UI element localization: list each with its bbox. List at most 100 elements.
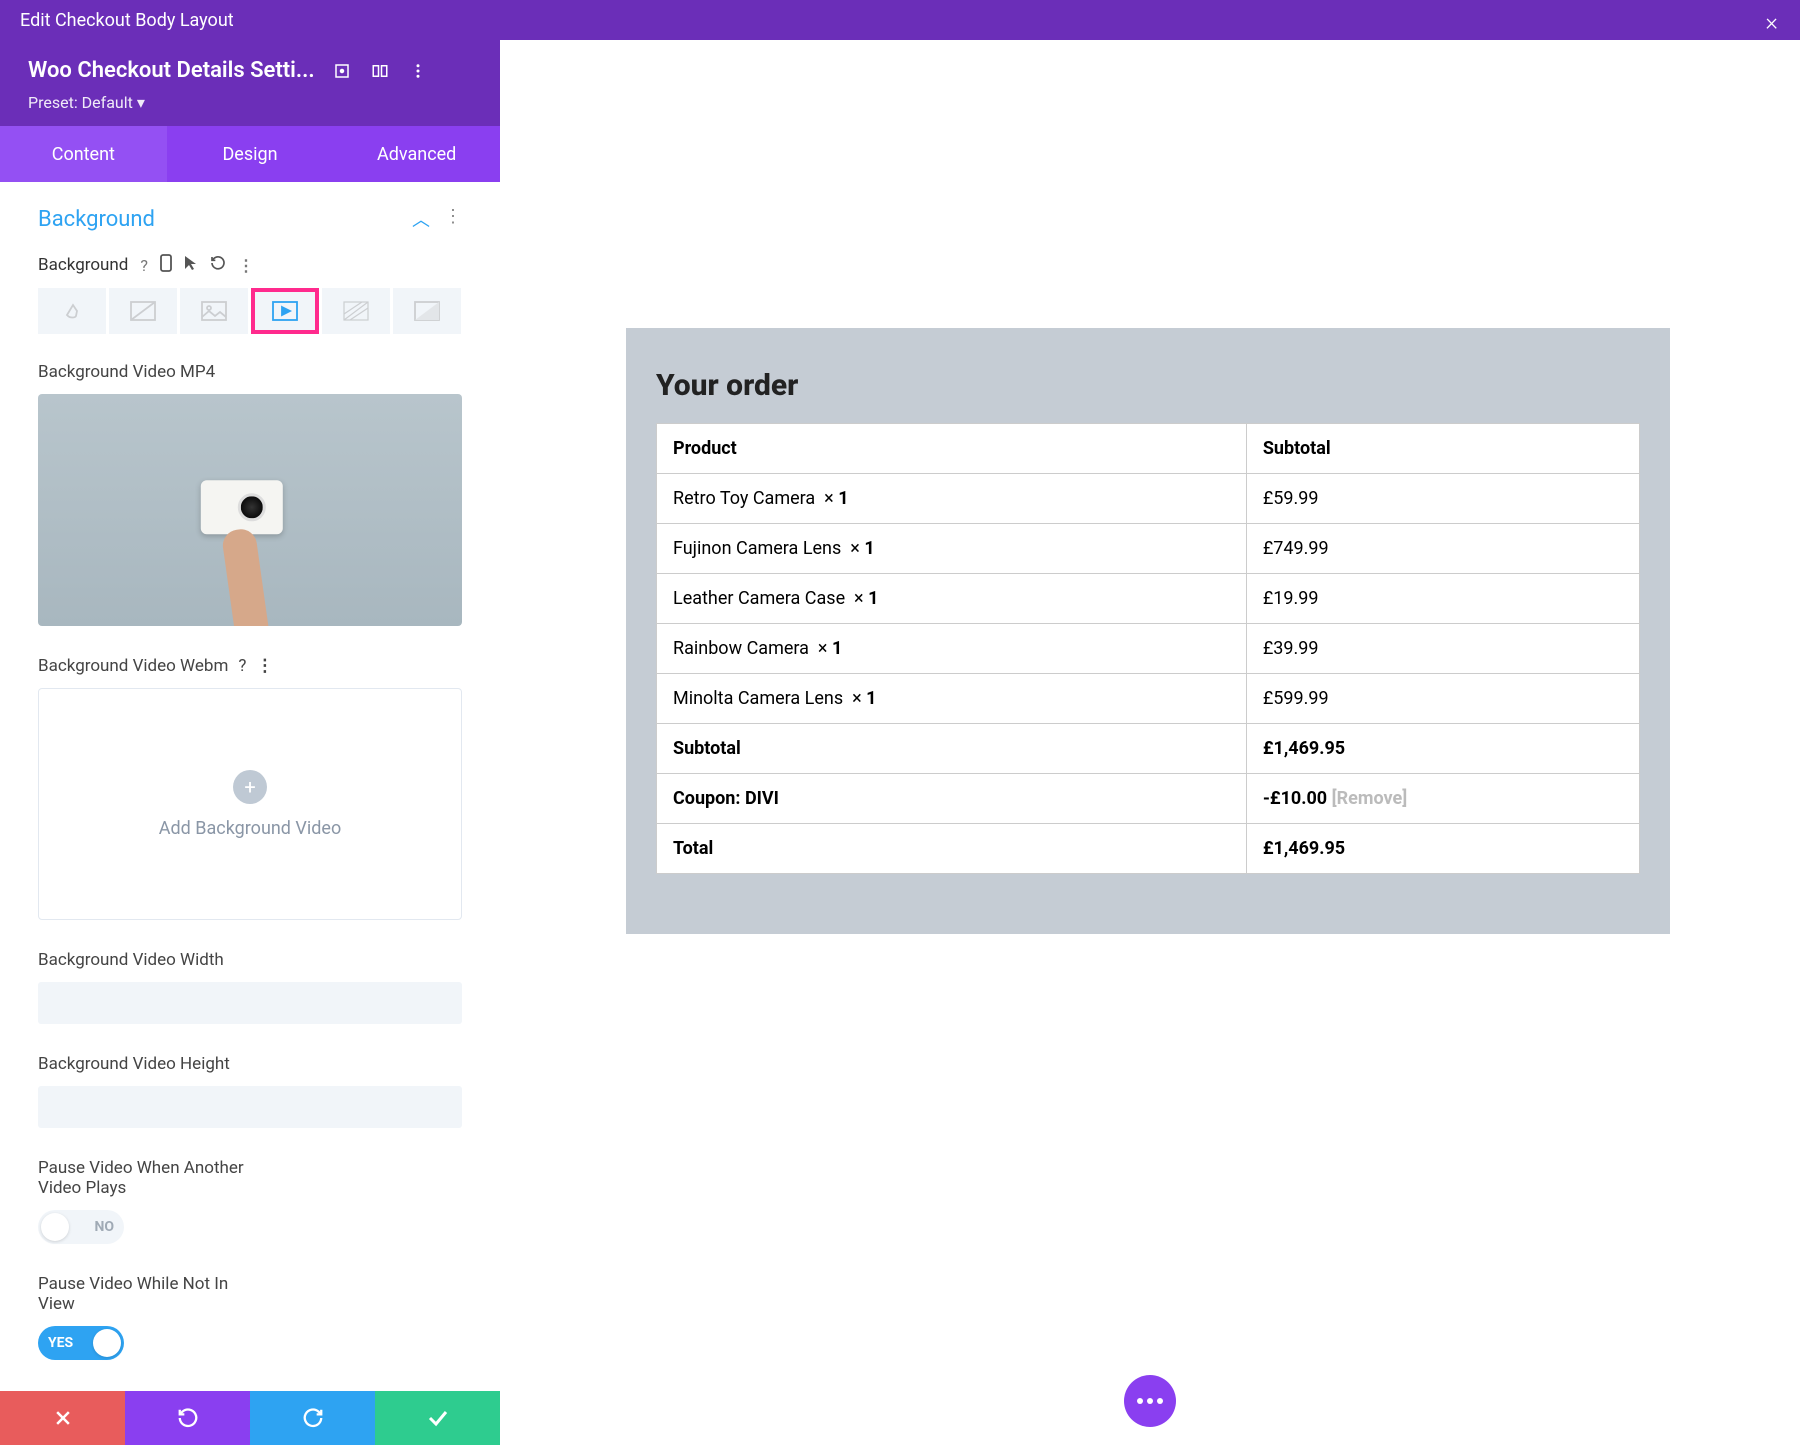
more-vertical-icon[interactable]: ⋮	[256, 656, 273, 676]
product-name: Retro Toy Camera	[673, 488, 815, 509]
field-bg-video-webm: Background Video Webm ? ⋮ + Add Backgrou…	[38, 656, 462, 920]
total-value: £1,469.95	[1246, 824, 1639, 874]
product-qty: 1	[866, 688, 876, 709]
chevron-down-icon: ▾	[137, 93, 145, 112]
toggle-pause-other[interactable]: NO	[38, 1210, 124, 1244]
fab-more-button[interactable]	[1124, 1375, 1176, 1427]
upload-video-webm[interactable]: + Add Background Video	[38, 688, 462, 920]
module-title: Woo Checkout Details Setti...	[28, 58, 315, 83]
preview-area: Your order Product Subtotal Retro Toy Ca…	[500, 40, 1800, 1445]
price-cell: £749.99	[1246, 524, 1639, 574]
order-title: Your order	[656, 368, 1640, 403]
dot-icon	[1147, 1398, 1153, 1404]
product-qty: 1	[868, 588, 878, 609]
product-name: Fujinon Camera Lens	[673, 538, 841, 559]
sidebar-header: Woo Checkout Details Setti... Preset: De…	[0, 40, 500, 126]
table-row: Retro Toy Camera × 1£59.99	[657, 474, 1640, 524]
total-label: Total	[657, 824, 1247, 874]
field-pause-not-in-view: Pause Video While Not In View YES	[38, 1274, 462, 1360]
coupon-value: -£10.00 [Remove]	[1246, 774, 1639, 824]
th-product: Product	[657, 424, 1247, 474]
topbar-title: Edit Checkout Body Layout	[20, 10, 234, 31]
phone-icon[interactable]	[160, 254, 172, 276]
table-row: Minolta Camera Lens × 1£599.99	[657, 674, 1640, 724]
chevron-up-icon[interactable]: ︿	[412, 206, 430, 232]
redo-button[interactable]	[250, 1391, 375, 1445]
camera-graphic	[201, 480, 283, 534]
upload-text: Add Background Video	[159, 818, 341, 839]
coupon-label: Coupon: DIVI	[657, 774, 1247, 824]
bg-tab-mask[interactable]	[393, 288, 461, 334]
bg-tab-video[interactable]	[251, 288, 319, 334]
product-name: Minolta Camera Lens	[673, 688, 843, 709]
background-label: Background	[38, 255, 128, 275]
preset-selector[interactable]: Preset: Default ▾	[28, 93, 472, 112]
field-bg-video-height: Background Video Height	[38, 1054, 462, 1128]
undo-button[interactable]	[125, 1391, 250, 1445]
product-qty: 1	[864, 538, 874, 559]
bg-tab-gradient[interactable]	[109, 288, 177, 334]
price-cell: £39.99	[1246, 624, 1639, 674]
table-row: Rainbow Camera × 1£39.99	[657, 624, 1640, 674]
module-title-row: Woo Checkout Details Setti...	[28, 58, 472, 83]
subtotal-label: Subtotal	[657, 724, 1247, 774]
field-label: Background Video MP4	[38, 362, 462, 382]
background-label-row: Background ? ⋮	[38, 254, 462, 276]
price-cell: £19.99	[1246, 574, 1639, 624]
product-cell: Fujinon Camera Lens × 1	[657, 524, 1247, 574]
settings-sidebar: Woo Checkout Details Setti... Preset: De…	[0, 40, 500, 1445]
top-bar: Edit Checkout Body Layout ×	[0, 0, 1800, 40]
table-header-row: Product Subtotal	[657, 424, 1640, 474]
remove-coupon-link[interactable]: [Remove]	[1332, 788, 1408, 809]
table-row: Leather Camera Case × 1£19.99	[657, 574, 1640, 624]
bg-tab-color[interactable]	[38, 288, 106, 334]
coupon-row: Coupon: DIVI -£10.00 [Remove]	[657, 774, 1640, 824]
tab-advanced[interactable]: Advanced	[333, 126, 500, 182]
product-cell: Minolta Camera Lens × 1	[657, 674, 1247, 724]
bg-tab-image[interactable]	[180, 288, 248, 334]
dot-icon	[1137, 1398, 1143, 1404]
cursor-icon[interactable]	[184, 255, 198, 275]
more-vertical-icon[interactable]: ⋮	[444, 206, 462, 232]
tab-content[interactable]: Content	[0, 126, 167, 182]
settings-tabs: Content Design Advanced	[0, 126, 500, 182]
more-vertical-icon[interactable]	[407, 60, 429, 82]
plus-icon: +	[233, 770, 267, 804]
order-card: Your order Product Subtotal Retro Toy Ca…	[626, 328, 1670, 934]
product-cell: Leather Camera Case × 1	[657, 574, 1247, 624]
section-header[interactable]: Background ︿ ⋮	[38, 206, 462, 232]
input-bg-video-width[interactable]	[38, 982, 462, 1024]
toggle-pause-not-in-view[interactable]: YES	[38, 1326, 124, 1360]
table-row: Fujinon Camera Lens × 1£749.99	[657, 524, 1640, 574]
total-row: Total £1,469.95	[657, 824, 1640, 874]
help-icon[interactable]: ?	[140, 256, 148, 275]
toggle-label: NO	[94, 1219, 114, 1235]
dot-icon	[1157, 1398, 1163, 1404]
section-title: Background	[38, 207, 155, 232]
order-table: Product Subtotal Retro Toy Camera × 1£59…	[656, 423, 1640, 874]
more-vertical-icon[interactable]: ⋮	[238, 256, 254, 275]
video-preview-mp4[interactable]	[38, 394, 462, 626]
product-qty: 1	[832, 638, 842, 659]
th-subtotal: Subtotal	[1246, 424, 1639, 474]
save-button[interactable]	[375, 1391, 500, 1445]
expand-icon[interactable]	[331, 60, 353, 82]
toggle-label: YES	[48, 1335, 73, 1351]
close-icon[interactable]: ×	[1765, 8, 1778, 36]
product-qty: 1	[838, 488, 848, 509]
subtotal-value: £1,469.95	[1246, 724, 1639, 774]
settings-panel[interactable]: Background ︿ ⋮ Background ? ⋮	[0, 182, 500, 1391]
product-name: Rainbow Camera	[673, 638, 809, 659]
bg-tab-pattern[interactable]	[322, 288, 390, 334]
reset-icon[interactable]	[210, 255, 226, 275]
price-cell: £59.99	[1246, 474, 1639, 524]
main-layout: Woo Checkout Details Setti... Preset: De…	[0, 40, 1800, 1445]
input-bg-video-height[interactable]	[38, 1086, 462, 1128]
columns-icon[interactable]	[369, 60, 391, 82]
cancel-button[interactable]	[0, 1391, 125, 1445]
help-icon[interactable]: ?	[238, 656, 246, 676]
hand-graphic	[221, 527, 271, 626]
field-label: Background Video Width	[38, 950, 462, 970]
tab-design[interactable]: Design	[167, 126, 334, 182]
field-label: Pause Video When Another Video Plays	[38, 1158, 278, 1198]
